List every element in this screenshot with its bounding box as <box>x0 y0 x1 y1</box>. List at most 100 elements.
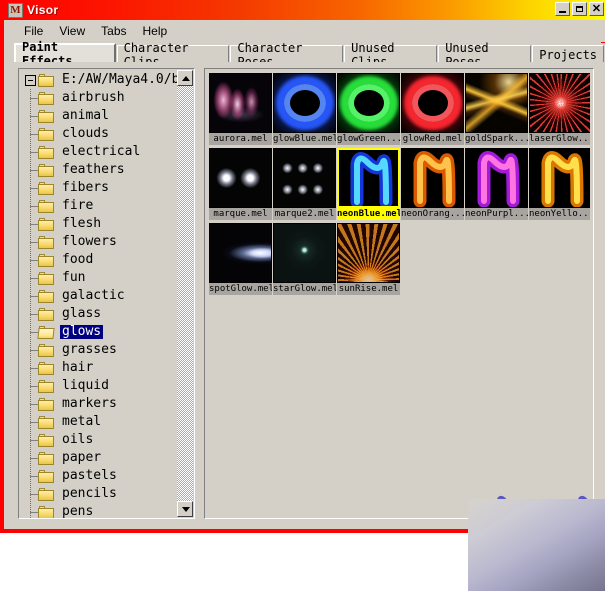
folder-icon <box>38 433 54 447</box>
thumbnail-image[interactable] <box>465 73 528 133</box>
tree-row-electrical[interactable]: electrical <box>21 143 178 161</box>
tree-row-glass[interactable]: glass <box>21 305 178 323</box>
tree-row-paper[interactable]: paper <box>21 449 178 467</box>
thumbnail-image[interactable] <box>465 148 528 208</box>
tree-row-fun[interactable]: fun <box>21 269 178 287</box>
tree-row-fibers[interactable]: fibers <box>21 179 178 197</box>
tree-row-label: liquid <box>62 378 109 393</box>
tree-row-label: feathers <box>62 162 125 177</box>
tree-row-pastels[interactable]: pastels <box>21 467 178 485</box>
tree-row-animal[interactable]: animal <box>21 107 178 125</box>
thumbnail-item-neonBluemel[interactable]: neonBlue.mel <box>337 148 400 220</box>
folder-icon <box>38 343 54 357</box>
thumbnail-item-goldSpark[interactable]: goldSpark... <box>465 73 528 145</box>
tree-vertical-scrollbar[interactable] <box>177 70 193 517</box>
tab-character-poses[interactable]: Character Poses <box>230 41 344 69</box>
thumbnail-item-spotGlowmel[interactable]: spotGlow.mel <box>209 223 272 295</box>
tree-row-galactic[interactable]: galactic <box>21 287 178 305</box>
menu-item-help[interactable]: Help <box>135 22 176 40</box>
tree-guide-line <box>30 449 31 467</box>
thumbnail-item-neonPurpl[interactable]: neonPurpl... <box>465 148 528 220</box>
tab-projects[interactable]: Projects <box>532 45 605 63</box>
tree-row-flesh[interactable]: flesh <box>21 215 178 233</box>
thumbnail-image[interactable] <box>273 148 336 208</box>
thumbnail-label: marque2.mel <box>273 208 336 220</box>
tab-paint-effects[interactable]: Paint Effects <box>14 40 116 68</box>
tab-unused-clips[interactable]: Unused Clips <box>344 41 438 69</box>
maya-logo-icon: M <box>8 2 23 18</box>
tree-guide-tick <box>30 403 38 405</box>
folder-icon <box>38 469 54 483</box>
close-button[interactable]: ✕ <box>589 2 604 16</box>
tab-unused-poses[interactable]: Unused Poses <box>438 41 532 69</box>
tree-row-metal[interactable]: metal <box>21 413 178 431</box>
thumbnail-image[interactable] <box>209 148 272 208</box>
tree-row-fire[interactable]: fire <box>21 197 178 215</box>
thumbnail-item-laserGlow[interactable]: laserGlow... <box>529 73 590 145</box>
thumbnail-item-marquemel[interactable]: marque.mel <box>209 148 272 220</box>
menu-item-tabs[interactable]: Tabs <box>93 22 134 40</box>
thumbnail-image[interactable] <box>273 223 336 283</box>
thumbnail-image[interactable] <box>401 148 464 208</box>
tree-row-markers[interactable]: markers <box>21 395 178 413</box>
tree-row-grasses[interactable]: grasses <box>21 341 178 359</box>
thumbnail-item-neonYello[interactable]: neonYello... <box>529 148 590 220</box>
tree-row-glows[interactable]: glows <box>21 323 178 341</box>
thumbnail-grid-panel[interactable]: aurora.mel glowBlue.mel glowGreen... glowRe… <box>204 68 594 519</box>
maximize-button[interactable] <box>572 2 587 16</box>
menu-item-view[interactable]: View <box>51 22 93 40</box>
tree-guide-tick <box>30 97 38 99</box>
collapse-toggle-icon[interactable] <box>25 74 36 86</box>
tree-row-label: fire <box>62 198 94 213</box>
thumbnail-image[interactable] <box>337 73 400 133</box>
tree-row-food[interactable]: food <box>21 251 178 269</box>
tab-character-clips[interactable]: Character Clips <box>116 41 230 69</box>
window-controls: ✕ <box>555 2 604 16</box>
folder-icon <box>38 451 54 465</box>
tree-row-clouds[interactable]: clouds <box>21 125 178 143</box>
tree-guide-tick <box>30 331 38 333</box>
tree-row-pens[interactable]: pens <box>21 503 178 518</box>
tree-row-hair[interactable]: hair <box>21 359 178 377</box>
tree-row-flowers[interactable]: flowers <box>21 233 178 251</box>
tree-row-label: airbrush <box>62 90 125 105</box>
thumbnail-image[interactable] <box>337 148 400 208</box>
thumbnail-item-starGlowmel[interactable]: starGlow.mel <box>273 223 336 295</box>
folder-tree-panel[interactable]: E:/AW/Maya4.0/br airbrush animal clouds elec… <box>18 68 195 519</box>
thumbnail-image[interactable] <box>401 73 464 133</box>
tree-row-feathers[interactable]: feathers <box>21 161 178 179</box>
tree-row-liquid[interactable]: liquid <box>21 377 178 395</box>
thumbnail-image[interactable] <box>209 73 272 133</box>
thumbnail-item-auroramel[interactable]: aurora.mel <box>209 73 272 145</box>
tree-row-oils[interactable]: oils <box>21 431 178 449</box>
thumbnail-item-glowRedmel[interactable]: glowRed.mel <box>401 73 464 145</box>
tree-row-pencils[interactable]: pencils <box>21 485 178 503</box>
tree-row-label: electrical <box>62 144 141 159</box>
tree-row-label: metal <box>62 414 102 429</box>
menu-item-file[interactable]: File <box>16 22 51 40</box>
thumbnail-image[interactable] <box>337 223 400 283</box>
tree-guide-tick <box>30 187 38 189</box>
tree-guide-line <box>30 233 31 251</box>
tree-guide-tick <box>30 259 38 261</box>
minimize-button[interactable] <box>555 2 570 16</box>
tree-row-root[interactable]: E:/AW/Maya4.0/br <box>21 71 178 89</box>
thumbnail-image[interactable] <box>273 73 336 133</box>
thumbnail-row: aurora.mel glowBlue.mel glowGreen... glowRe… <box>209 73 590 145</box>
scroll-down-arrow-icon[interactable] <box>177 501 193 517</box>
thumbnail-item-glowGreen[interactable]: glowGreen... <box>337 73 400 145</box>
thumbnail-item-marque2mel[interactable]: marque2.mel <box>273 148 336 220</box>
thumbnail-label: aurora.mel <box>209 133 272 145</box>
thumbnail-item-sunRisemel[interactable]: sunRise.mel <box>337 223 400 295</box>
thumbnail-image[interactable] <box>529 148 590 208</box>
thumbnail-image[interactable] <box>209 223 272 283</box>
tree-row-airbrush[interactable]: airbrush <box>21 89 178 107</box>
thumbnail-label: laserGlow... <box>529 133 590 145</box>
folder-icon <box>38 487 54 501</box>
thumbnail-item-glowBluemel[interactable]: glowBlue.mel <box>273 73 336 145</box>
thumbnail-image[interactable] <box>529 73 590 133</box>
tree-guide-line <box>30 89 31 107</box>
thumbnail-item-neonOrang[interactable]: neonOrang... <box>401 148 464 220</box>
tree-guide-line <box>30 485 31 503</box>
scroll-up-arrow-icon[interactable] <box>177 70 193 86</box>
